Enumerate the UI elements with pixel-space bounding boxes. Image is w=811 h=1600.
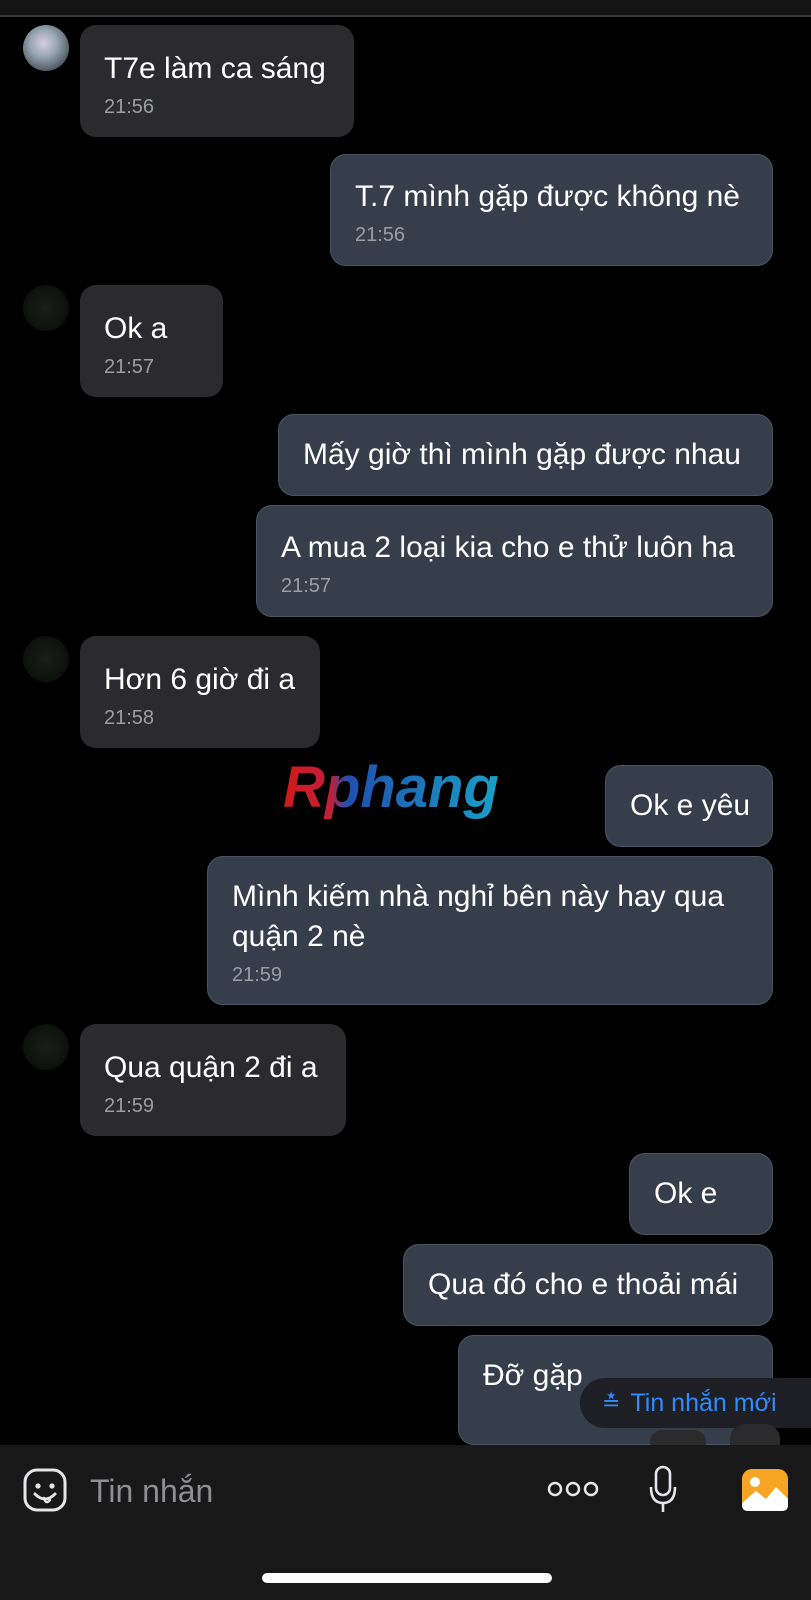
message-list[interactable]: T7e làm ca sáng 21:56 T.7 mình gặp được … (0, 17, 811, 1445)
message-text: Ok e (654, 1177, 718, 1210)
message-time: 21:57 (104, 356, 155, 378)
watermark-logo: Rphang (283, 755, 499, 820)
sticker-icon[interactable] (22, 1467, 68, 1513)
outgoing-message[interactable]: A mua 2 loại kia cho e thử luôn ha 21:57 (256, 505, 773, 617)
message-text: Ok e yêu (630, 789, 751, 822)
contact-avatar[interactable] (23, 25, 69, 71)
svg-text:Rphang: Rphang (283, 755, 499, 820)
new-messages-button[interactable]: ≛ Tin nhắn mới (580, 1378, 811, 1428)
message-time: 21:57 (281, 575, 332, 597)
message-text: T7e làm ca sáng (104, 52, 326, 85)
outgoing-message[interactable]: T.7 mình gặp được không nè 21:56 (330, 154, 773, 266)
message-text: A mua 2 loại kia cho e thử luôn ha (281, 531, 735, 564)
incoming-message[interactable]: T7e làm ca sáng 21:56 (80, 25, 354, 137)
message-time: 21:59 (104, 1095, 155, 1117)
message-text: Ok a (104, 312, 168, 345)
outgoing-message[interactable]: Ok e yêu (605, 765, 773, 847)
message-time: 21:58 (104, 707, 155, 729)
message-text: Mình kiếm nhà nghỉ bên này hay qua quận … (232, 880, 724, 953)
incoming-message[interactable]: Qua quận 2 đi a 21:59 (80, 1024, 346, 1136)
incoming-message[interactable]: Hơn 6 giờ đi a 21:58 (80, 636, 320, 748)
message-text: T.7 mình gặp được không nè (355, 180, 740, 213)
outgoing-message[interactable]: Qua đó cho e thoải mái (403, 1244, 773, 1326)
contact-avatar[interactable] (23, 636, 69, 682)
outgoing-message[interactable]: Ok e (629, 1153, 773, 1235)
outgoing-message[interactable]: Mình kiếm nhà nghỉ bên này hay qua quận … (207, 856, 773, 1005)
message-input[interactable] (90, 1469, 510, 1513)
more-icon[interactable] (547, 1477, 599, 1501)
contact-avatar[interactable] (23, 285, 69, 331)
message-text: Qua quận 2 đi a (104, 1051, 318, 1084)
message-text: Qua đó cho e thoải mái (428, 1268, 739, 1301)
message-text: Hơn 6 giờ đi a (104, 663, 296, 696)
message-time: 21:56 (355, 224, 406, 246)
double-chevron-down-icon: ≛ (602, 1390, 621, 1415)
message-time: 21:56 (104, 96, 155, 118)
outgoing-message[interactable]: Mấy giờ thì mình gặp được nhau (278, 414, 773, 496)
message-text: Mấy giờ thì mình gặp được nhau (303, 438, 741, 471)
top-bar (0, 0, 811, 17)
photo-icon[interactable] (740, 1467, 790, 1513)
contact-avatar[interactable] (23, 1024, 69, 1070)
message-time: 21:59 (232, 964, 283, 986)
new-messages-label: Tin nhắn mới (630, 1388, 777, 1417)
incoming-message[interactable]: Ok a 21:57 (80, 285, 223, 397)
home-indicator (262, 1573, 552, 1583)
microphone-icon[interactable] (648, 1465, 678, 1515)
